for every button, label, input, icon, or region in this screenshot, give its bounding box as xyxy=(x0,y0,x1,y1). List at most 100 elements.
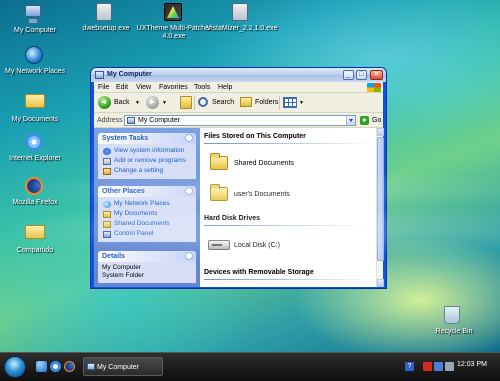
place-shared-documents[interactable]: Shared Documents xyxy=(102,219,192,229)
system-tray: ? 12:03 PM xyxy=(405,357,495,376)
window-client: File Edit View Favorites Tools Help Back… xyxy=(94,82,384,287)
section-removable-storage: Devices with Removable Storage xyxy=(204,269,374,280)
window-titlebar[interactable]: My Computer _ □ ✕ xyxy=(91,68,386,82)
menu-tools[interactable]: Tools xyxy=(194,84,210,91)
menu-view[interactable]: View xyxy=(136,84,151,91)
folders-button[interactable]: Folders xyxy=(255,96,278,110)
desktop-icon-vistamizer[interactable]: VistaMizer_2.2.1.0.exe xyxy=(204,3,280,33)
taskbar: My Computer ? 12:03 PM xyxy=(0,352,500,381)
network-icon[interactable] xyxy=(434,362,443,371)
installer-icon xyxy=(232,3,252,23)
desktop-icon-my-documents[interactable]: My Documents xyxy=(0,90,73,124)
vertical-scrollbar[interactable] xyxy=(376,128,384,287)
task-change-setting[interactable]: Change a setting xyxy=(102,166,192,176)
menu-favorites[interactable]: Favorites xyxy=(159,84,188,91)
desktop-icon-label: Recycle Bin xyxy=(435,328,473,335)
minimize-button[interactable]: _ xyxy=(343,70,354,80)
system-tasks-header[interactable]: System Tasks xyxy=(98,133,196,144)
search-button[interactable]: Search xyxy=(212,96,234,110)
user-documents-folder-icon[interactable] xyxy=(210,184,228,201)
collapse-chevron-icon[interactable] xyxy=(185,252,193,260)
go-arrow-icon xyxy=(360,116,369,125)
other-places-panel: Other Places My Network Places My Docume… xyxy=(98,186,196,242)
menu-help[interactable]: Help xyxy=(218,84,232,91)
views-icon[interactable] xyxy=(283,97,297,108)
volume-icon[interactable] xyxy=(445,362,454,371)
menu-file[interactable]: File xyxy=(98,84,109,91)
address-label: Address xyxy=(97,117,123,124)
desktop-icon-recycle-bin[interactable]: Recycle Bin xyxy=(416,306,492,336)
place-control-panel[interactable]: Control Panel xyxy=(102,229,192,239)
address-value: My Computer xyxy=(138,117,181,124)
other-places-header[interactable]: Other Places xyxy=(98,186,196,197)
desktop-icon-label: My Computer xyxy=(13,27,56,34)
task-add-remove-programs[interactable]: Add or remove programs xyxy=(102,156,192,166)
desktop-icon-uxtheme-patcher[interactable]: UXTheme Multi-Patcher 4.0.exe xyxy=(136,3,212,41)
folders-icon[interactable] xyxy=(240,97,252,107)
local-disk-item[interactable]: Local Disk (C:) xyxy=(234,242,280,249)
views-dropdown-icon[interactable]: ▼ xyxy=(299,96,304,110)
back-arrow-icon[interactable] xyxy=(98,96,111,109)
taskbar-button-my-computer[interactable]: My Computer xyxy=(83,357,163,376)
forward-dropdown-icon[interactable]: ▼ xyxy=(162,96,167,110)
menu-bar: File Edit View Favorites Tools Help xyxy=(94,82,383,93)
internet-explorer-quicklaunch-icon[interactable] xyxy=(50,361,61,372)
desktop-icon-dwebsetup[interactable]: dwebsetup.exe xyxy=(68,3,144,33)
back-dropdown-icon[interactable]: ▼ xyxy=(135,96,140,110)
desktop-icon-firefox[interactable]: Mozilla Firefox xyxy=(0,177,73,207)
computer-icon xyxy=(87,363,95,370)
firefox-icon xyxy=(25,177,45,197)
search-icon[interactable] xyxy=(198,97,208,107)
details-header[interactable]: Details xyxy=(98,251,196,262)
computer-icon xyxy=(127,117,135,124)
details-type: System Folder xyxy=(102,272,144,279)
desktop-icon-compartido[interactable]: Compartido xyxy=(0,221,73,255)
computer-icon xyxy=(25,5,45,25)
scroll-thumb[interactable] xyxy=(377,137,384,261)
address-dropdown-icon[interactable] xyxy=(346,116,355,125)
shared-documents-item[interactable]: Shared Documents xyxy=(234,160,294,167)
shared-folder-icon xyxy=(25,225,45,245)
firefox-quicklaunch-icon[interactable] xyxy=(64,361,75,372)
collapse-chevron-icon[interactable] xyxy=(185,187,193,195)
programs-icon xyxy=(103,158,111,165)
toolbar-separator xyxy=(279,96,280,110)
computer-icon xyxy=(95,71,104,79)
panel-title: Other Places xyxy=(102,188,145,195)
clock[interactable]: 12:03 PM xyxy=(457,361,487,368)
folder-icon xyxy=(103,221,111,228)
forward-arrow-icon[interactable] xyxy=(146,96,159,109)
menu-edit[interactable]: Edit xyxy=(116,84,128,91)
go-button[interactable]: Go xyxy=(360,115,382,126)
close-button[interactable]: ✕ xyxy=(370,70,383,80)
desktop-icon-network-places[interactable]: My Network Places xyxy=(0,46,73,76)
shared-documents-folder-icon[interactable] xyxy=(210,153,228,170)
desktop-icon-internet-explorer[interactable]: Internet Explorer xyxy=(0,133,73,163)
address-field[interactable]: My Computer xyxy=(124,115,356,126)
back-button[interactable]: Back xyxy=(114,96,130,110)
collapse-chevron-icon[interactable] xyxy=(185,134,193,142)
place-my-network-places[interactable]: My Network Places xyxy=(102,199,192,209)
details-panel: Details My Computer System Folder xyxy=(98,251,196,283)
system-tasks-panel: System Tasks View system information Add… xyxy=(98,133,196,179)
task-view-system-information[interactable]: View system information xyxy=(102,146,192,156)
setup-exe-icon xyxy=(96,3,116,23)
start-orb-icon[interactable] xyxy=(4,356,26,378)
desktop-icon-label: UXTheme Multi-Patcher 4.0.exe xyxy=(136,25,212,40)
hard-drive-icon[interactable] xyxy=(208,240,230,250)
info-icon xyxy=(103,148,111,155)
help-icon[interactable]: ? xyxy=(405,362,414,371)
security-alert-icon[interactable] xyxy=(423,362,432,371)
scroll-down-button[interactable] xyxy=(377,279,384,287)
toolbar-separator xyxy=(194,96,195,110)
internet-explorer-icon xyxy=(25,133,45,153)
up-folder-icon[interactable] xyxy=(180,96,192,109)
desktop-icon-my-computer[interactable]: My Computer xyxy=(0,3,73,35)
scroll-up-button[interactable] xyxy=(377,128,384,136)
user-documents-item[interactable]: user's Documents xyxy=(234,191,290,198)
maximize-button[interactable]: □ xyxy=(356,70,367,80)
place-my-documents[interactable]: My Documents xyxy=(102,209,192,219)
recycle-bin-icon xyxy=(444,306,464,326)
network-globe-icon xyxy=(25,46,45,66)
show-desktop-icon[interactable] xyxy=(36,361,47,372)
